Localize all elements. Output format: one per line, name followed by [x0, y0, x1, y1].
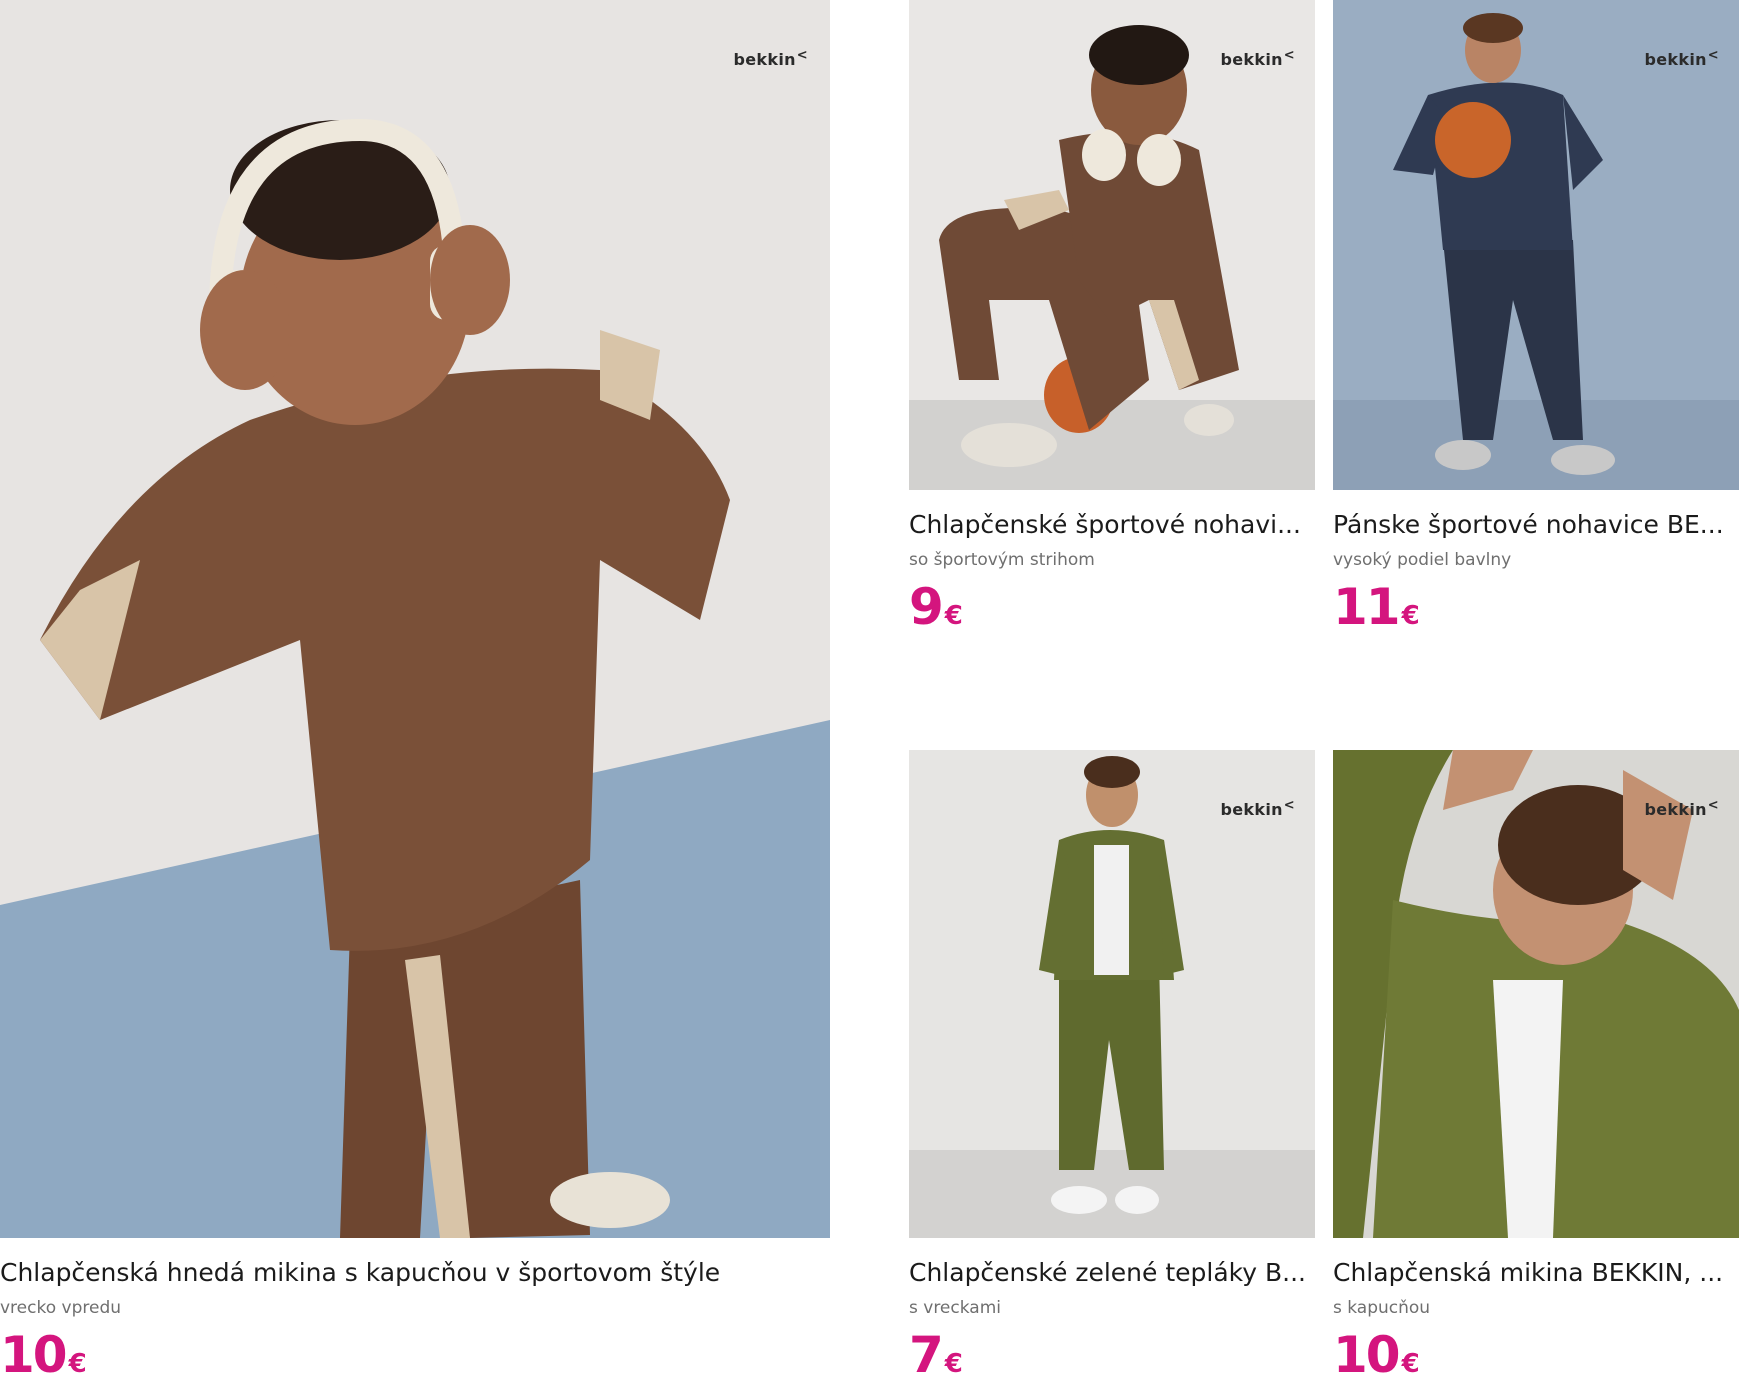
product-card-1[interactable]: bekkin< Chlapčenská hnedá mikina s kapuc…	[0, 0, 830, 1384]
product-image-5[interactable]: bekkin<	[1333, 750, 1739, 1238]
brand-logo: bekkin<	[1220, 798, 1295, 819]
product-subtitle: vrecko vpredu	[0, 1298, 122, 1318]
product-price: 10 €	[0, 1326, 87, 1384]
product-subtitle: vysoký podiel bavlny	[1333, 550, 1512, 570]
product-price: 11 €	[1333, 578, 1420, 636]
product-card-2[interactable]: bekkin< Chlapčenské športové nohavi... s…	[909, 0, 1315, 650]
product-image-4[interactable]: bekkin<	[909, 750, 1315, 1238]
product-title[interactable]: Pánske športové nohavice BE...	[1333, 510, 1739, 539]
product-subtitle: so športovým strihom	[909, 550, 1095, 570]
product-price: 7 €	[909, 1326, 963, 1384]
product-card-3[interactable]: bekkin< Pánske športové nohavice BE... v…	[1333, 0, 1739, 650]
brand-logo: bekkin<	[1644, 48, 1719, 69]
product-card-4[interactable]: bekkin< Chlapčenské zelené tepláky B... …	[909, 750, 1315, 1384]
product-title[interactable]: Chlapčenská mikina BEKKIN, ...	[1333, 1258, 1739, 1287]
product-title[interactable]: Chlapčenské športové nohavi...	[909, 510, 1315, 539]
product-card-5[interactable]: bekkin< Chlapčenská mikina BEKKIN, ... s…	[1333, 750, 1739, 1384]
brand-logo: bekkin<	[733, 48, 808, 69]
product-title[interactable]: Chlapčenská hnedá mikina s kapucňou v šp…	[0, 1258, 830, 1287]
product-subtitle: s kapucňou	[1333, 1298, 1431, 1318]
product-image-2[interactable]: bekkin<	[909, 0, 1315, 490]
product-image-3[interactable]: bekkin<	[1333, 0, 1739, 490]
product-title[interactable]: Chlapčenské zelené tepláky B...	[909, 1258, 1315, 1287]
product-subtitle: s vreckami	[909, 1298, 1001, 1318]
product-image-1[interactable]: bekkin<	[0, 0, 830, 1238]
product-price: 10 €	[1333, 1326, 1420, 1384]
brand-logo: bekkin<	[1220, 48, 1295, 69]
brand-logo: bekkin<	[1644, 798, 1719, 819]
product-price: 9 €	[909, 578, 963, 636]
